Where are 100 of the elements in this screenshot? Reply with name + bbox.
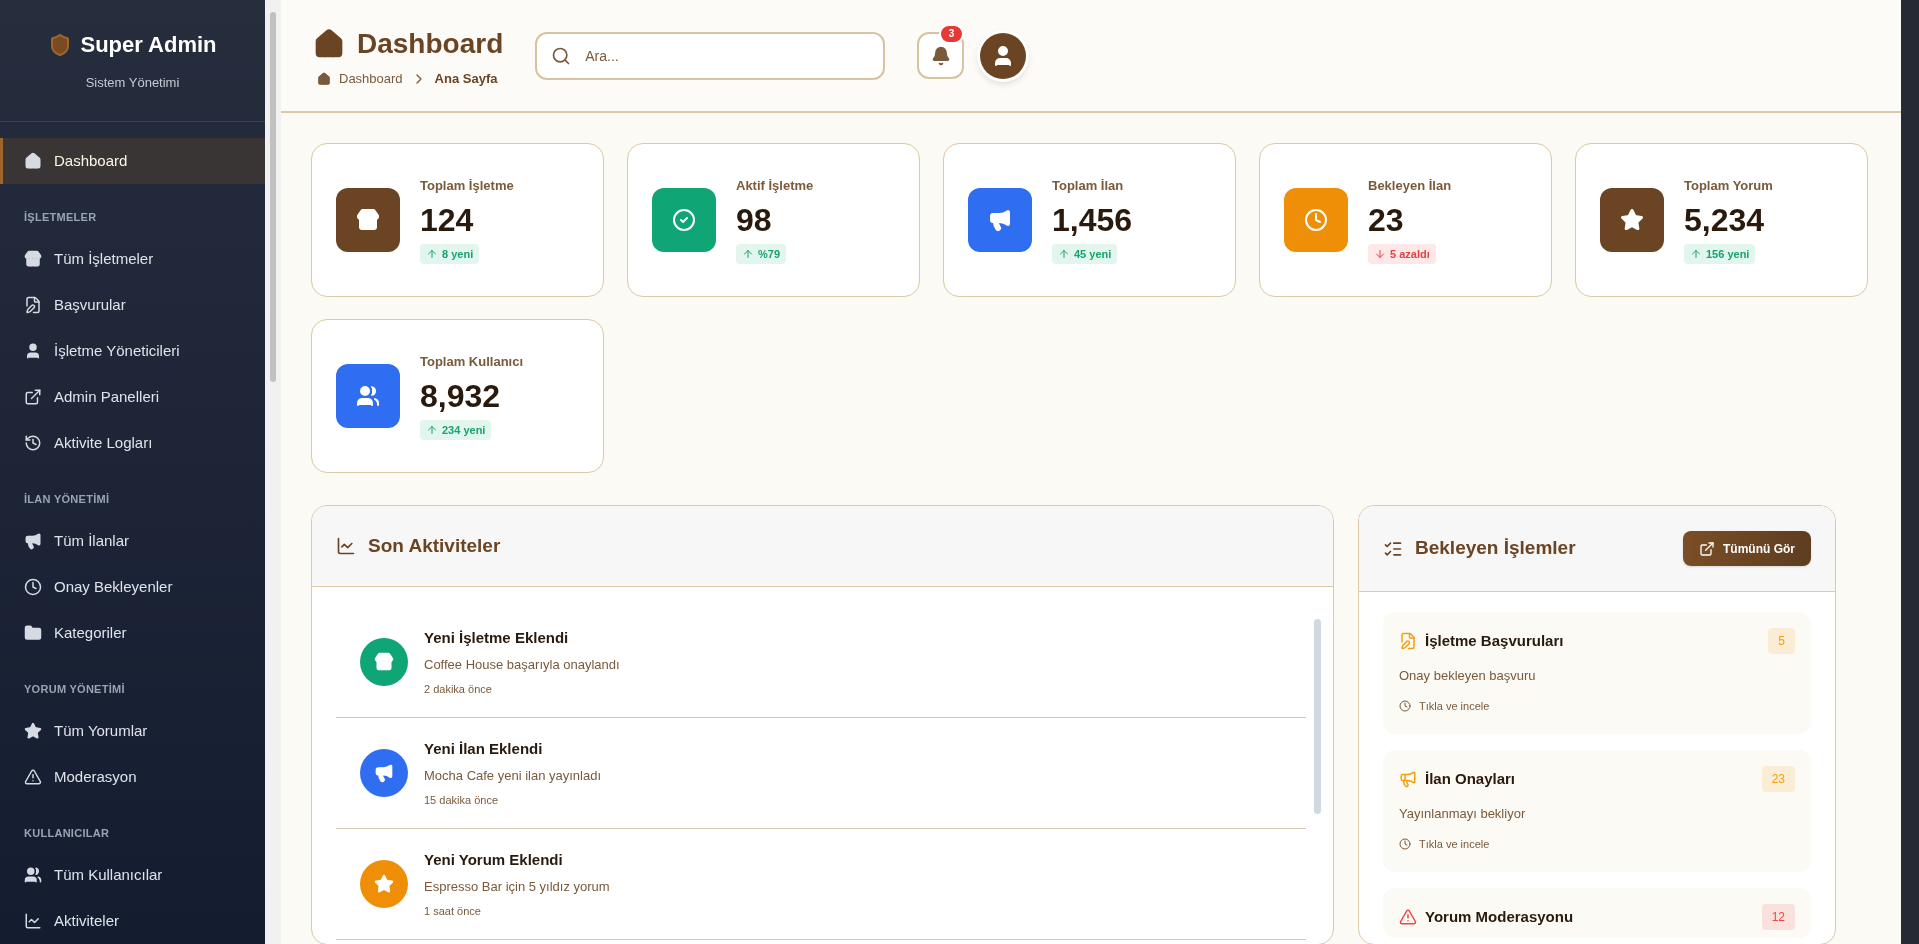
nav-item[interactable]: Tüm İşletmeler xyxy=(0,236,265,282)
clock-icon xyxy=(1399,837,1411,850)
view-all-button[interactable]: Tümünü Gör xyxy=(1683,531,1811,566)
activity-title: Yeni İlan Eklendi xyxy=(424,738,544,759)
nav-item[interactable]: Aktiviteler xyxy=(0,898,265,944)
pending-hint: Tıkla ve incele xyxy=(1419,836,1490,852)
trend-chip: 234 yeni xyxy=(420,419,492,440)
notification-badge: 3 xyxy=(938,24,965,44)
nav-item[interactable]: Aktivite Logları xyxy=(0,420,265,466)
stat-value: 8,932 xyxy=(420,376,502,416)
nav-section-label: İŞLETMELER xyxy=(24,211,97,223)
home-icon xyxy=(24,152,42,170)
nav-item[interactable]: Admin Panelleri xyxy=(0,374,265,420)
activity-title: Yeni Yorum Eklendi xyxy=(424,849,564,870)
history-icon xyxy=(24,434,42,452)
nav-item[interactable]: Tüm Yorumlar xyxy=(0,708,265,754)
activity-time: 2 dakika önce xyxy=(424,681,493,697)
pending-hint: Tıkla ve incele xyxy=(1419,698,1490,714)
activity-text: Espresso Bar için 5 yıldız yorum xyxy=(424,878,610,897)
breadcrumb-current: Ana Sayfa xyxy=(434,69,498,88)
store-icon xyxy=(374,652,394,672)
trend-chip: 156 yeni xyxy=(1684,243,1756,264)
arrow-up-icon xyxy=(742,247,754,260)
pending-title: Yorum Moderasyonu xyxy=(1425,906,1574,927)
stat-label: Bekleyen İlan xyxy=(1368,177,1452,195)
scrollbar-thumb[interactable] xyxy=(1314,619,1321,814)
breadcrumb-link[interactable]: Dashboard xyxy=(339,68,403,89)
folder-icon xyxy=(24,624,42,642)
arrow-up-icon xyxy=(1058,247,1070,260)
store-icon xyxy=(356,208,380,232)
pending-text: Onay bekleyen başvuru xyxy=(1399,667,1537,685)
megaphone-icon xyxy=(374,763,394,783)
external-link-icon xyxy=(1699,540,1715,557)
count-badge: 12 xyxy=(1761,904,1795,930)
clock-icon xyxy=(24,578,42,596)
stat-label: Aktif İşletme xyxy=(736,177,814,195)
stat-label: Toplam Kullanıcı xyxy=(420,353,524,371)
megaphone-icon xyxy=(24,532,42,550)
stat-label: Toplam İlan xyxy=(1052,177,1125,195)
nav-section-label: İLAN YÖNETİMİ xyxy=(24,493,110,505)
stat-value: 1,456 xyxy=(1052,200,1133,240)
nav-section-label: YORUM YÖNETİMİ xyxy=(24,683,125,695)
clock-icon xyxy=(1304,208,1328,232)
warning-icon xyxy=(24,768,42,786)
star-icon xyxy=(374,874,394,894)
star-icon xyxy=(24,722,42,740)
nav-item[interactable]: Tüm Kullanıcılar xyxy=(0,852,265,898)
pending-card[interactable]: Yorum Moderasyonu 12 xyxy=(1383,888,1811,938)
search-field[interactable]: Ara... xyxy=(535,31,886,80)
scrollbar-thumb[interactable] xyxy=(270,12,276,382)
stat-label: Toplam İşletme xyxy=(420,177,514,195)
stat-value: 23 xyxy=(1368,200,1405,240)
users-icon xyxy=(356,384,380,408)
brand-title: Super Admin xyxy=(80,31,217,60)
arrow-up-icon xyxy=(1690,247,1702,260)
count-badge: 5 xyxy=(1768,628,1795,654)
nav-item[interactable]: İşletme Yöneticileri xyxy=(0,328,265,374)
page-title: Dashboard xyxy=(357,26,504,61)
home-icon xyxy=(317,71,331,86)
arrow-down-icon xyxy=(1374,247,1386,260)
chart-line-icon xyxy=(336,536,356,556)
users-icon xyxy=(24,866,42,884)
nav-item[interactable]: Onay Bekleyenler xyxy=(0,564,265,610)
stat-label: Toplam Yorum xyxy=(1684,177,1773,195)
nav-item[interactable]: Tüm İlanlar xyxy=(0,518,265,564)
activity-time: 1 saat önce xyxy=(424,903,482,919)
trend-chip: 45 yeni xyxy=(1052,243,1118,264)
pending-card[interactable]: İşletme Başvuruları 5 Onay bekleyen başvuru Tıkla ve incele xyxy=(1383,612,1811,734)
megaphone-icon xyxy=(988,208,1012,232)
activity-text: Coffee House başarıyla onaylandı xyxy=(424,656,620,675)
count-badge: 23 xyxy=(1761,766,1795,792)
pending-title: İlan Onayları xyxy=(1425,768,1516,789)
arrow-up-icon xyxy=(426,247,438,260)
chart-icon xyxy=(24,912,42,930)
pending-title: İşletme Başvuruları xyxy=(1425,630,1564,651)
trend-chip: %79 xyxy=(736,243,787,264)
nav-item[interactable]: Moderasyon xyxy=(0,754,265,800)
user-icon xyxy=(24,342,42,360)
star-icon xyxy=(1620,208,1644,232)
pending-text: Yayınlanmayı bekliyor xyxy=(1399,805,1527,823)
avatar-button[interactable] xyxy=(980,32,1027,79)
panel-title: Son Aktiviteler xyxy=(368,533,501,558)
trend-chip: 5 azaldı xyxy=(1368,243,1436,264)
pending-card[interactable]: İlan Onayları 23 Yayınlanmayı bekliyor Tıkla ve incele xyxy=(1383,750,1811,872)
stat-value: 98 xyxy=(736,200,773,240)
stat-value: 124 xyxy=(420,200,475,240)
bell-icon xyxy=(930,45,951,66)
nav-item[interactable]: Başvurular xyxy=(0,282,265,328)
trend-chip: 8 yeni xyxy=(420,243,480,264)
panel-title: Bekleyen İşlemler xyxy=(1415,536,1576,561)
clock-icon xyxy=(1399,699,1411,712)
nav-item[interactable]: Dashboard xyxy=(0,138,265,184)
activity-text: Mocha Cafe yeni ilan yayınladı xyxy=(424,767,602,786)
nav-item[interactable]: Kategoriler xyxy=(0,610,265,656)
search-icon xyxy=(551,45,572,66)
home-icon xyxy=(313,27,345,60)
stat-value: 5,234 xyxy=(1684,200,1766,240)
nav-section-label: KULLANICILAR xyxy=(24,827,110,839)
external-link-icon xyxy=(24,388,42,406)
document-pen-icon xyxy=(24,296,42,314)
